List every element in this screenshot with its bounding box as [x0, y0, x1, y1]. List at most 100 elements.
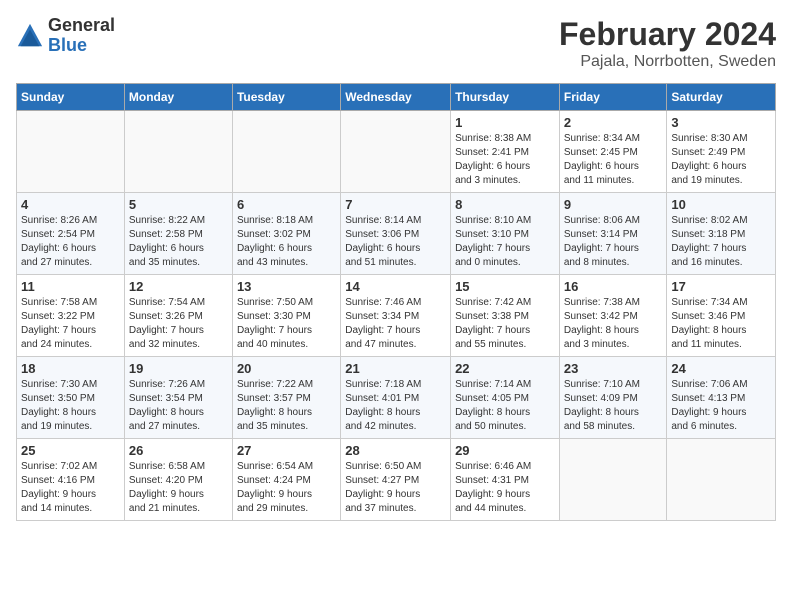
- day-info: Sunrise: 6:58 AM Sunset: 4:20 PM Dayligh…: [129, 460, 228, 516]
- calendar-cell: 29 Sunrise: 6:46 AM Sunset: 4:31 PM Dayli…: [451, 439, 560, 521]
- location-subtitle: Pajala, Norrbotten, Sweden: [559, 53, 776, 71]
- calendar-cell: 2 Sunrise: 8:34 AM Sunset: 2:45 PM Daylig…: [559, 111, 667, 193]
- day-number: 19: [129, 361, 228, 376]
- logo: General Blue: [16, 16, 115, 56]
- day-info: Sunrise: 8:06 AM Sunset: 3:14 PM Dayligh…: [564, 214, 663, 270]
- day-number: 15: [455, 279, 555, 294]
- calendar-cell: 20Sunrise: 7:22 AM Sunset: 3:57 PM Dayli…: [232, 357, 340, 439]
- calendar-cell: 21 Sunrise: 7:18 AM Sunset: 4:01 PM Dayli…: [341, 357, 451, 439]
- calendar-cell: 28 Sunrise: 6:50 AM Sunset: 4:27 PM Dayli…: [341, 439, 451, 521]
- calendar-table: SundayMondayTuesdayWednesdayThursdayFrid…: [16, 83, 776, 521]
- day-info: Sunrise: 6:46 AM Sunset: 4:31 PM Dayligh…: [455, 460, 555, 516]
- day-number: 14: [345, 279, 446, 294]
- day-info: Sunrise: 7:34 AM Sunset: 3:46 PM Dayligh…: [671, 296, 771, 352]
- day-info: Sunrise: 7:14 AM Sunset: 4:05 PM Dayligh…: [455, 378, 555, 434]
- day-info: Sunrise: 8:02 AM Sunset: 3:18 PM Dayligh…: [671, 214, 771, 270]
- day-number: 25: [21, 443, 120, 458]
- day-info: Sunrise: 8:22 AM Sunset: 2:58 PM Dayligh…: [129, 214, 228, 270]
- day-number: 21: [345, 361, 446, 376]
- calendar-cell: 12 Sunrise: 7:54 AM Sunset: 3:26 PM Dayli…: [124, 275, 232, 357]
- calendar-cell: 10 Sunrise: 8:02 AM Sunset: 3:18 PM Dayli…: [667, 193, 776, 275]
- day-info: Sunrise: 7:18 AM Sunset: 4:01 PM Dayligh…: [345, 378, 446, 434]
- calendar-cell: 13 Sunrise: 7:50 AM Sunset: 3:30 PM Dayli…: [232, 275, 340, 357]
- day-number: 27: [237, 443, 336, 458]
- weekday-monday: Monday: [124, 84, 232, 111]
- calendar-cell: 6Sunrise: 8:18 AM Sunset: 3:02 PM Daylig…: [232, 193, 340, 275]
- calendar-cell: [667, 439, 776, 521]
- day-number: 8: [455, 197, 555, 212]
- day-number: 24: [671, 361, 771, 376]
- calendar-week-row: 4 Sunrise: 8:26 AM Sunset: 2:54 PM Daylig…: [17, 193, 776, 275]
- day-info: Sunrise: 7:26 AM Sunset: 3:54 PM Dayligh…: [129, 378, 228, 434]
- weekday-saturday: Saturday: [667, 84, 776, 111]
- calendar-cell: 11 Sunrise: 7:58 AM Sunset: 3:22 PM Dayli…: [17, 275, 125, 357]
- day-info: Sunrise: 7:50 AM Sunset: 3:30 PM Dayligh…: [237, 296, 336, 352]
- day-info: Sunrise: 8:34 AM Sunset: 2:45 PM Dayligh…: [564, 132, 663, 188]
- weekday-sunday: Sunday: [17, 84, 125, 111]
- calendar-cell: [124, 111, 232, 193]
- calendar-cell: 25 Sunrise: 7:02 AM Sunset: 4:16 PM Dayli…: [17, 439, 125, 521]
- day-info: Sunrise: 8:10 AM Sunset: 3:10 PM Dayligh…: [455, 214, 555, 270]
- day-number: 16: [564, 279, 663, 294]
- calendar-week-row: 1 Sunrise: 8:38 AM Sunset: 2:41 PM Daylig…: [17, 111, 776, 193]
- day-info: Sunrise: 7:22 AM Sunset: 3:57 PM Dayligh…: [237, 378, 336, 434]
- day-number: 17: [671, 279, 771, 294]
- logo-blue-text: Blue: [48, 35, 87, 55]
- calendar-cell: 18 Sunrise: 7:30 AM Sunset: 3:50 PM Dayli…: [17, 357, 125, 439]
- calendar-cell: 17 Sunrise: 7:34 AM Sunset: 3:46 PM Dayli…: [667, 275, 776, 357]
- calendar-cell: 8 Sunrise: 8:10 AM Sunset: 3:10 PM Daylig…: [451, 193, 560, 275]
- calendar-cell: [341, 111, 451, 193]
- calendar-week-row: 11 Sunrise: 7:58 AM Sunset: 3:22 PM Dayli…: [17, 275, 776, 357]
- calendar-cell: 5Sunrise: 8:22 AM Sunset: 2:58 PM Daylig…: [124, 193, 232, 275]
- day-number: 4: [21, 197, 120, 212]
- day-number: 1: [455, 115, 555, 130]
- day-number: 22: [455, 361, 555, 376]
- weekday-friday: Friday: [559, 84, 667, 111]
- calendar-cell: 7 Sunrise: 8:14 AM Sunset: 3:06 PM Daylig…: [341, 193, 451, 275]
- calendar-cell: 3Sunrise: 8:30 AM Sunset: 2:49 PM Daylig…: [667, 111, 776, 193]
- day-info: Sunrise: 7:38 AM Sunset: 3:42 PM Dayligh…: [564, 296, 663, 352]
- month-year-title: February 2024: [559, 16, 776, 53]
- day-number: 29: [455, 443, 555, 458]
- day-info: Sunrise: 8:30 AM Sunset: 2:49 PM Dayligh…: [671, 132, 771, 188]
- day-info: Sunrise: 7:30 AM Sunset: 3:50 PM Dayligh…: [21, 378, 120, 434]
- calendar-week-row: 25 Sunrise: 7:02 AM Sunset: 4:16 PM Dayli…: [17, 439, 776, 521]
- day-number: 2: [564, 115, 663, 130]
- calendar-cell: 26 Sunrise: 6:58 AM Sunset: 4:20 PM Dayli…: [124, 439, 232, 521]
- calendar-cell: 19 Sunrise: 7:26 AM Sunset: 3:54 PM Dayli…: [124, 357, 232, 439]
- day-number: 13: [237, 279, 336, 294]
- day-info: Sunrise: 8:14 AM Sunset: 3:06 PM Dayligh…: [345, 214, 446, 270]
- day-number: 10: [671, 197, 771, 212]
- day-info: Sunrise: 7:42 AM Sunset: 3:38 PM Dayligh…: [455, 296, 555, 352]
- day-number: 9: [564, 197, 663, 212]
- calendar-cell: 16 Sunrise: 7:38 AM Sunset: 3:42 PM Dayli…: [559, 275, 667, 357]
- calendar-cell: 9 Sunrise: 8:06 AM Sunset: 3:14 PM Daylig…: [559, 193, 667, 275]
- calendar-cell: [232, 111, 340, 193]
- day-number: 23: [564, 361, 663, 376]
- day-info: Sunrise: 7:58 AM Sunset: 3:22 PM Dayligh…: [21, 296, 120, 352]
- day-info: Sunrise: 6:50 AM Sunset: 4:27 PM Dayligh…: [345, 460, 446, 516]
- weekday-thursday: Thursday: [451, 84, 560, 111]
- weekday-header-row: SundayMondayTuesdayWednesdayThursdayFrid…: [17, 84, 776, 111]
- calendar-week-row: 18 Sunrise: 7:30 AM Sunset: 3:50 PM Dayli…: [17, 357, 776, 439]
- day-info: Sunrise: 7:54 AM Sunset: 3:26 PM Dayligh…: [129, 296, 228, 352]
- calendar-body: 1 Sunrise: 8:38 AM Sunset: 2:41 PM Daylig…: [17, 111, 776, 521]
- day-number: 12: [129, 279, 228, 294]
- day-number: 18: [21, 361, 120, 376]
- day-number: 26: [129, 443, 228, 458]
- calendar-cell: 1 Sunrise: 8:38 AM Sunset: 2:41 PM Daylig…: [451, 111, 560, 193]
- calendar-cell: 27 Sunrise: 6:54 AM Sunset: 4:24 PM Dayli…: [232, 439, 340, 521]
- calendar-cell: [559, 439, 667, 521]
- calendar-cell: 15 Sunrise: 7:42 AM Sunset: 3:38 PM Dayli…: [451, 275, 560, 357]
- day-number: 28: [345, 443, 446, 458]
- day-info: Sunrise: 7:02 AM Sunset: 4:16 PM Dayligh…: [21, 460, 120, 516]
- day-number: 11: [21, 279, 120, 294]
- day-info: Sunrise: 6:54 AM Sunset: 4:24 PM Dayligh…: [237, 460, 336, 516]
- day-number: 7: [345, 197, 446, 212]
- day-info: Sunrise: 8:18 AM Sunset: 3:02 PM Dayligh…: [237, 214, 336, 270]
- weekday-wednesday: Wednesday: [341, 84, 451, 111]
- day-info: Sunrise: 8:38 AM Sunset: 2:41 PM Dayligh…: [455, 132, 555, 188]
- day-info: Sunrise: 7:06 AM Sunset: 4:13 PM Dayligh…: [671, 378, 771, 434]
- day-info: Sunrise: 8:26 AM Sunset: 2:54 PM Dayligh…: [21, 214, 120, 270]
- weekday-tuesday: Tuesday: [232, 84, 340, 111]
